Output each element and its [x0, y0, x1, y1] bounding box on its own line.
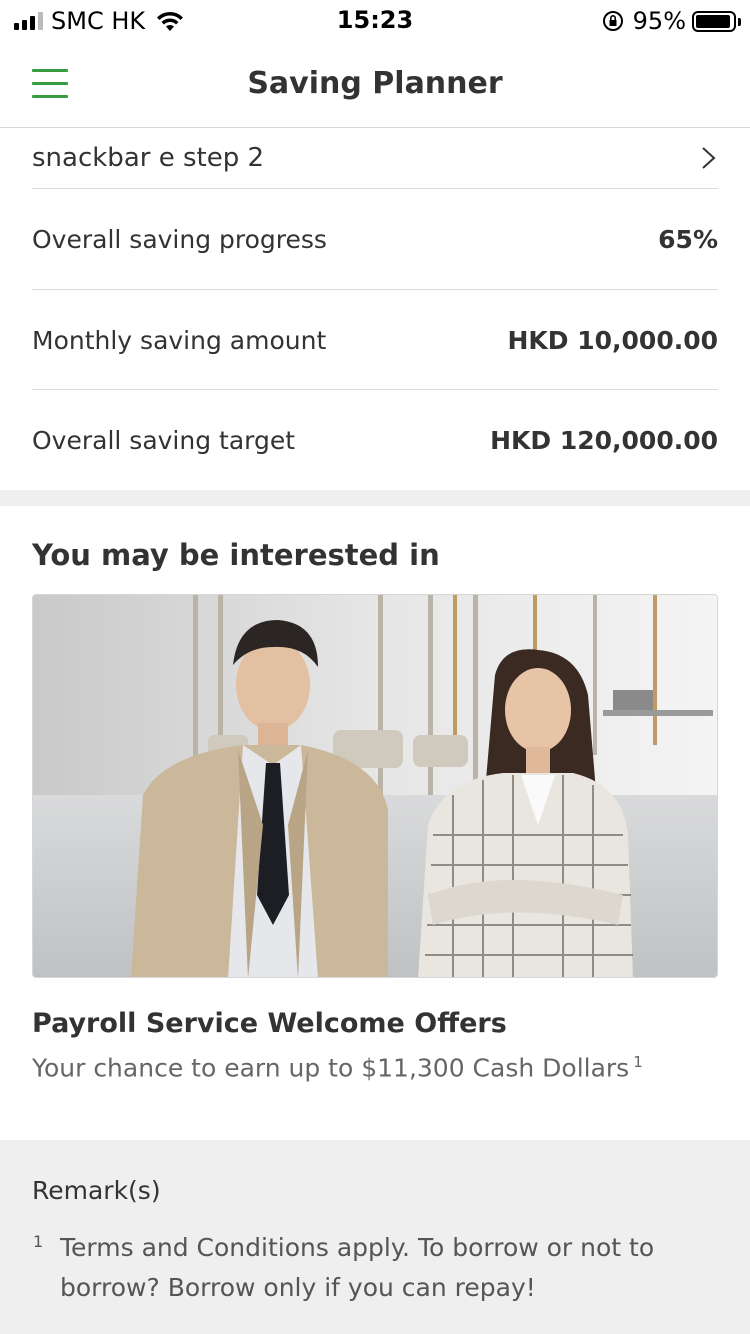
saving-progress-label: Overall saving progress	[32, 224, 327, 254]
remarks-section: Remark(s) 1 Terms and Conditions apply. …	[0, 1140, 750, 1334]
promo-description-text: Your chance to earn up to $11,300 Cash D…	[32, 1053, 630, 1083]
monthly-amount-value: HKD 10,000.00	[507, 325, 718, 355]
status-right: 95%	[601, 6, 741, 36]
section-separator	[0, 490, 750, 506]
status-bar: SMC HK 15:23 95%	[0, 0, 750, 42]
office-people-illustration	[33, 595, 717, 977]
page-title: Saving Planner	[247, 66, 503, 101]
saving-progress-value: 65%	[658, 224, 718, 254]
battery-icon	[692, 10, 741, 32]
plan-name: snackbar e step 2	[32, 143, 265, 173]
remarks-title: Remark(s)	[32, 1176, 161, 1205]
saving-planner-screen: SMC HK 15:23 95% Saving Planner snackbar…	[0, 0, 750, 1334]
battery-percent: 95%	[632, 7, 686, 35]
promo-description: Your chance to earn up to $11,300 Cash D…	[32, 1053, 718, 1082]
remark-text: Terms and Conditions apply. To borrow or…	[60, 1233, 655, 1302]
saving-target-value: HKD 120,000.00	[490, 425, 718, 455]
chevron-right-icon	[702, 147, 716, 169]
footnote-ref: 1	[633, 1053, 643, 1071]
remark-number: 1	[33, 1232, 44, 1251]
promo-heading: You may be interested in	[32, 538, 440, 572]
nav-bar: Saving Planner	[0, 42, 750, 128]
battery-level	[696, 14, 731, 28]
orientation-lock-icon	[602, 11, 623, 31]
promo-banner-image	[32, 594, 718, 978]
monthly-amount-row: Monthly saving amount HKD 10,000.00	[32, 290, 718, 390]
monthly-amount-label: Monthly saving amount	[32, 325, 327, 355]
battery-tip	[738, 17, 741, 26]
saving-progress-row: Overall saving progress 65%	[32, 189, 718, 289]
plan-details: snackbar e step 2 Overall saving progres…	[0, 128, 750, 490]
plan-name-row[interactable]: snackbar e step 2	[32, 128, 718, 188]
promo-title: Payroll Service Welcome Offers	[32, 1008, 507, 1039]
saving-target-row: Overall saving target HKD 120,000.00	[32, 390, 718, 490]
saving-target-label: Overall saving target	[32, 425, 296, 455]
promo-card[interactable]: Payroll Service Welcome Offers Your chan…	[32, 594, 718, 1082]
